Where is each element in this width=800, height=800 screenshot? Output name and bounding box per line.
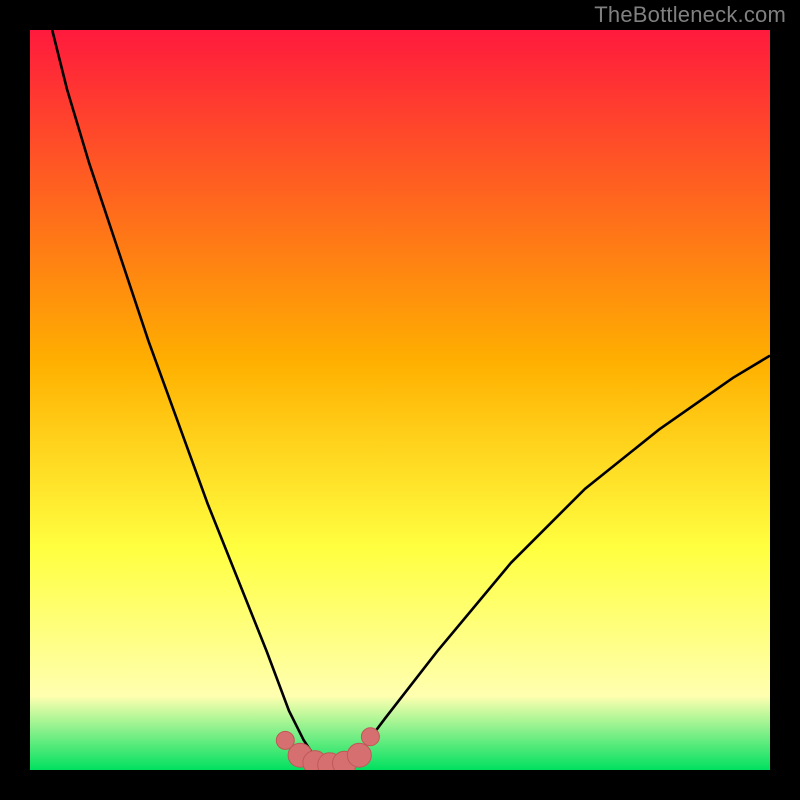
highlight-marker <box>347 743 371 767</box>
highlight-marker <box>361 728 379 746</box>
chart-frame: TheBottleneck.com <box>0 0 800 800</box>
watermark-text: TheBottleneck.com <box>594 2 786 28</box>
gradient-background <box>30 30 770 770</box>
bottleneck-chart-svg <box>0 0 800 800</box>
